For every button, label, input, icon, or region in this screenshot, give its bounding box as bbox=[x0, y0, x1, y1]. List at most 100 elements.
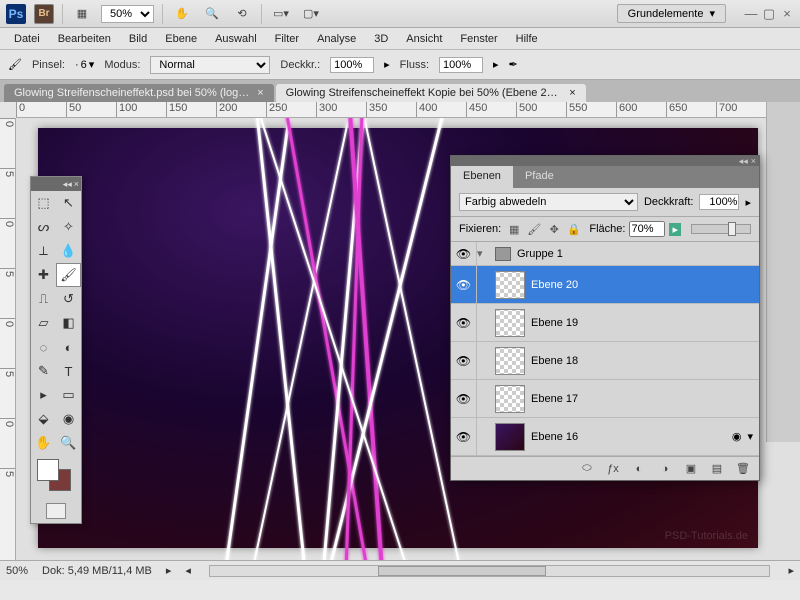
fill-arrow-icon[interactable]: ▸ bbox=[669, 223, 681, 236]
crop-tool-icon[interactable]: ⟂ bbox=[31, 239, 56, 263]
toolbox-collapse-icon[interactable]: ◂◂ bbox=[63, 180, 72, 189]
status-docsize[interactable]: Dok: 5,49 MB/11,4 MB bbox=[42, 565, 152, 577]
opacity-flyout-icon[interactable]: ▸ bbox=[384, 58, 390, 71]
flow-input[interactable] bbox=[439, 57, 483, 73]
menu-item[interactable]: Fenster bbox=[452, 30, 505, 48]
zoom-tool-icon[interactable]: 🔍 bbox=[56, 431, 81, 455]
layer-name[interactable]: Ebene 16 bbox=[531, 431, 732, 443]
visibility-toggle-icon[interactable]: 👁 bbox=[451, 342, 477, 379]
panel-close-icon[interactable]: × bbox=[751, 157, 756, 166]
opacity-input[interactable] bbox=[330, 57, 374, 73]
maximize-icon[interactable]: ▢ bbox=[762, 7, 776, 21]
layer-opacity-input[interactable] bbox=[699, 194, 739, 210]
pen-tool-icon[interactable]: ✎ bbox=[31, 359, 56, 383]
fill-input[interactable] bbox=[629, 221, 665, 237]
stamp-tool-icon[interactable]: ⎍ bbox=[31, 287, 56, 311]
status-zoom[interactable]: 50% bbox=[6, 565, 28, 577]
status-flyout-icon[interactable]: ▸ bbox=[166, 564, 172, 577]
shape-tool-icon[interactable]: ▭ bbox=[56, 383, 81, 407]
layer-name[interactable]: Ebene 17 bbox=[531, 393, 759, 405]
blend-mode-select[interactable]: Normal bbox=[150, 56, 270, 74]
layer-thumbnail[interactable] bbox=[495, 271, 525, 299]
visibility-toggle-icon[interactable]: 👁 bbox=[451, 380, 477, 417]
menu-item[interactable]: Datei bbox=[6, 30, 48, 48]
collapsed-panels[interactable] bbox=[766, 102, 800, 442]
marquee-tool-icon[interactable]: ⬚ bbox=[31, 191, 56, 215]
layer-thumbnail[interactable] bbox=[495, 347, 525, 375]
panel-collapse-icon[interactable]: ◂◂ bbox=[739, 157, 748, 166]
zoom-select[interactable]: 50% bbox=[101, 5, 154, 23]
lock-all-icon[interactable]: 🔒 bbox=[567, 222, 581, 236]
blur-tool-icon[interactable]: ◌ bbox=[31, 335, 56, 359]
new-group-icon[interactable]: ▣ bbox=[683, 462, 699, 475]
arrange-docs-icon[interactable]: ▭▾ bbox=[270, 3, 292, 25]
tab-close-icon[interactable]: × bbox=[569, 87, 575, 99]
tab-layers[interactable]: Ebenen bbox=[451, 166, 513, 188]
brush-icon[interactable]: 🖌 bbox=[8, 58, 22, 71]
layer-fx-icon[interactable]: ƒx bbox=[605, 463, 621, 475]
layer-thumbnail[interactable] bbox=[495, 385, 525, 413]
scroll-right-icon[interactable]: ▸ bbox=[788, 564, 794, 577]
layer-row[interactable]: 👁 Ebene 17 bbox=[451, 380, 759, 418]
history-brush-tool-icon[interactable]: ↺ bbox=[56, 287, 81, 311]
toolbox-close-icon[interactable]: × bbox=[74, 180, 79, 189]
workspace-select[interactable]: Grundelemente▾ bbox=[617, 4, 726, 23]
dodge-tool-icon[interactable]: ◐ bbox=[56, 335, 81, 359]
new-layer-icon[interactable]: ▤ bbox=[709, 462, 725, 475]
color-swatches[interactable] bbox=[31, 455, 81, 499]
wand-tool-icon[interactable]: ✧ bbox=[56, 215, 81, 239]
layer-name[interactable]: Gruppe 1 bbox=[517, 248, 759, 260]
ruler-vertical[interactable]: 05050505 bbox=[0, 118, 16, 560]
screen-mode-icon[interactable]: ▢▾ bbox=[300, 3, 322, 25]
bridge-logo[interactable]: Br bbox=[34, 4, 54, 24]
document-tab[interactable]: Glowing Streifenscheineffekt.psd bei 50%… bbox=[4, 84, 274, 102]
tab-paths[interactable]: Pfade bbox=[513, 166, 566, 188]
hand-tool-icon[interactable]: ✋ bbox=[171, 3, 193, 25]
flow-flyout-icon[interactable]: ▸ bbox=[493, 58, 499, 71]
menu-item[interactable]: Bearbeiten bbox=[50, 30, 119, 48]
3d-tool-icon[interactable]: ⬙ bbox=[31, 407, 56, 431]
layer-row[interactable]: 👁 Ebene 20 bbox=[451, 266, 759, 304]
layer-thumbnail[interactable] bbox=[495, 423, 525, 451]
hand-tool-icon[interactable]: ✋ bbox=[31, 431, 56, 455]
text-tool-icon[interactable]: T bbox=[56, 359, 81, 383]
zoom-tool-icon[interactable]: 🔍 bbox=[201, 3, 223, 25]
tab-close-icon[interactable]: × bbox=[257, 87, 263, 99]
layer-effects-expand-icon[interactable]: ▾ bbox=[747, 430, 753, 443]
3d-camera-tool-icon[interactable]: ◉ bbox=[56, 407, 81, 431]
lock-paint-icon[interactable]: 🖌 bbox=[527, 222, 541, 236]
layer-row[interactable]: 👁 Ebene 16 ◉ ▾ bbox=[451, 418, 759, 456]
scroll-left-icon[interactable]: ◂ bbox=[185, 564, 191, 577]
minimize-icon[interactable]: — bbox=[744, 7, 758, 21]
brush-tool-icon[interactable]: 🖌 bbox=[56, 263, 81, 287]
lock-transparency-icon[interactable]: ▦ bbox=[507, 222, 521, 236]
menu-item[interactable]: 3D bbox=[366, 30, 396, 48]
brush-preset[interactable]: ·6▾ bbox=[75, 58, 94, 71]
opacity-arrow-icon[interactable]: ▸ bbox=[745, 196, 751, 209]
layer-thumbnail[interactable] bbox=[495, 309, 525, 337]
menu-item[interactable]: Ebene bbox=[157, 30, 205, 48]
layer-mask-icon[interactable]: ◐ bbox=[631, 463, 647, 475]
eraser-tool-icon[interactable]: ▱ bbox=[31, 311, 56, 335]
ruler-horizontal[interactable]: 0501001502002503003504004505005506006507… bbox=[16, 102, 800, 118]
layer-name[interactable]: Ebene 18 bbox=[531, 355, 759, 367]
document-tab[interactable]: Glowing Streifenscheineffekt Kopie bei 5… bbox=[276, 84, 586, 102]
lasso-tool-icon[interactable]: ᔕ bbox=[31, 215, 56, 239]
menu-item[interactable]: Ansicht bbox=[398, 30, 450, 48]
path-select-tool-icon[interactable]: ▸ bbox=[31, 383, 56, 407]
airbrush-icon[interactable]: ✒ bbox=[509, 58, 518, 71]
layer-blend-select[interactable]: Farbig abwedeln bbox=[459, 193, 638, 211]
eyedropper-tool-icon[interactable]: 💧 bbox=[56, 239, 81, 263]
menu-item[interactable]: Hilfe bbox=[508, 30, 546, 48]
visibility-toggle-icon[interactable]: 👁 bbox=[451, 304, 477, 341]
menu-item[interactable]: Analyse bbox=[309, 30, 364, 48]
visibility-toggle-icon[interactable]: 👁 bbox=[451, 266, 477, 303]
group-expand-icon[interactable]: ▾ bbox=[477, 247, 489, 260]
adjustment-layer-icon[interactable]: ◑ bbox=[657, 463, 673, 475]
foreground-swatch[interactable] bbox=[37, 459, 59, 481]
fill-slider[interactable] bbox=[691, 224, 751, 234]
delete-layer-icon[interactable]: 🗑 bbox=[735, 462, 751, 475]
visibility-toggle-icon[interactable]: 👁 bbox=[451, 242, 477, 265]
link-layers-icon[interactable]: ⬭ bbox=[579, 462, 595, 475]
layer-name[interactable]: Ebene 19 bbox=[531, 317, 759, 329]
